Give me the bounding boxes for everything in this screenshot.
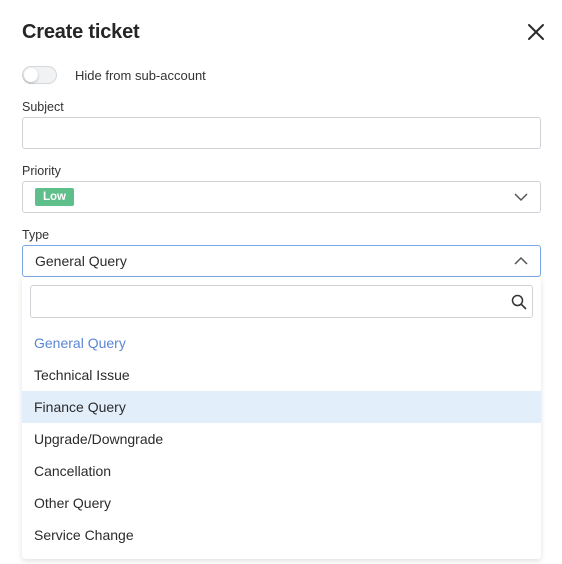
chevron-down-icon	[514, 193, 528, 202]
option-label: Service Change	[34, 527, 134, 543]
option-service-change[interactable]: Service Change	[22, 519, 541, 551]
dialog-title: Create ticket	[22, 21, 140, 43]
hide-from-sub-account-toggle[interactable]	[22, 66, 57, 84]
priority-badge: Low	[35, 188, 74, 206]
dropdown-search-box	[30, 285, 533, 318]
option-label: Finance Query	[34, 399, 126, 415]
option-label: Upgrade/Downgrade	[34, 431, 164, 447]
option-upgrade-downgrade[interactable]: Upgrade/Downgrade	[22, 423, 541, 455]
dropdown-search-input[interactable]	[37, 286, 511, 317]
option-other-query[interactable]: Other Query	[22, 487, 541, 519]
type-select[interactable]: General Query	[22, 245, 541, 277]
option-technical-issue[interactable]: Technical Issue	[22, 359, 541, 391]
search-icon	[511, 294, 527, 310]
option-finance-query[interactable]: Finance Query	[22, 391, 541, 423]
option-label: Other Query	[34, 495, 112, 511]
subject-input[interactable]	[22, 117, 541, 149]
priority-label: Priority	[22, 164, 61, 178]
type-dropdown: General Query Technical Issue Finance Qu…	[22, 277, 541, 559]
option-label: General Query	[34, 335, 126, 351]
option-label: Technical Issue	[34, 367, 130, 383]
chevron-up-icon	[514, 256, 528, 265]
option-general-query[interactable]: General Query	[22, 327, 541, 359]
toggle-label: Hide from sub-account	[75, 67, 206, 83]
hide-toggle-row: Hide from sub-account	[22, 65, 206, 85]
option-cancellation[interactable]: Cancellation	[22, 455, 541, 487]
type-selected-value: General Query	[35, 253, 127, 269]
close-icon	[528, 24, 544, 40]
priority-select[interactable]: Low	[22, 181, 541, 213]
subject-label: Subject	[22, 100, 64, 114]
type-label: Type	[22, 228, 50, 242]
close-button[interactable]	[526, 22, 546, 42]
option-label: Cancellation	[34, 463, 112, 479]
